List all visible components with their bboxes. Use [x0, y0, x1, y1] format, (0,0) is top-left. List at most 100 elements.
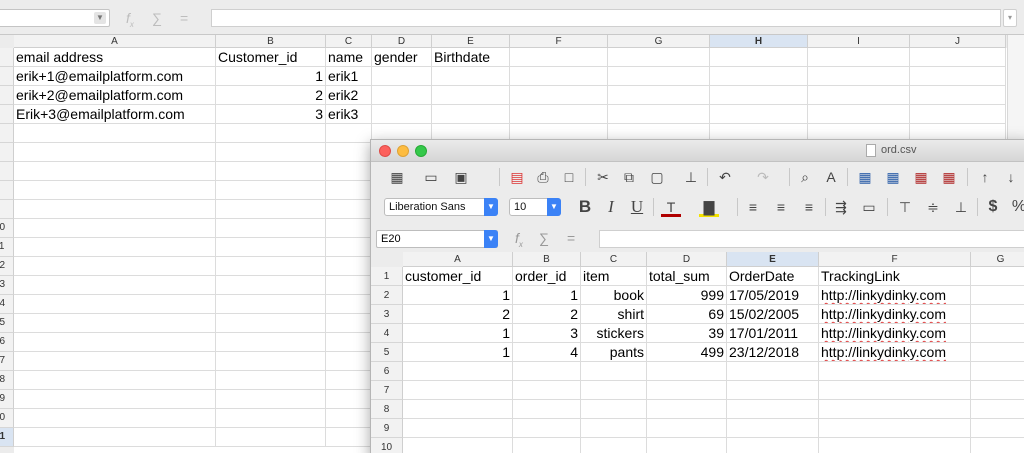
empty-cell[interactable]	[14, 390, 216, 409]
cell-B5[interactable]: 4	[513, 343, 581, 362]
empty-cell[interactable]	[216, 314, 326, 333]
row-header-12[interactable]: 12	[0, 257, 14, 276]
cell-E5[interactable]: 23/12/2018	[727, 343, 819, 362]
empty-cell[interactable]	[216, 200, 326, 219]
cell-D1[interactable]: total_sum	[647, 267, 727, 286]
underline-icon[interactable]: U	[627, 197, 647, 217]
empty-cell[interactable]	[326, 219, 372, 238]
cell-C2[interactable]: book	[581, 286, 647, 305]
empty-cell[interactable]	[216, 257, 326, 276]
empty-cell[interactable]	[216, 371, 326, 390]
sort-ascending-icon[interactable]: ↑	[975, 167, 995, 187]
font-color-icon[interactable]: T	[661, 197, 681, 217]
cell-A7[interactable]	[403, 381, 513, 400]
row-header-20[interactable]: 20	[0, 409, 14, 428]
row-header-16[interactable]: 16	[0, 333, 14, 352]
empty-cell[interactable]	[710, 86, 808, 105]
row-header-5[interactable]: 5	[371, 343, 403, 362]
zoom-window-button[interactable]	[415, 145, 427, 157]
save-icon[interactable]: ▣	[451, 167, 471, 187]
ord-sheet-grid[interactable]: customer_id order_id item total_sum OrderDat…	[403, 267, 1024, 453]
empty-cell[interactable]	[710, 105, 808, 124]
row-header-1[interactable]: 1	[0, 48, 14, 67]
delete-row-icon[interactable]: ▦	[911, 167, 931, 187]
cell-G1[interactable]	[971, 267, 1024, 286]
cell-G5[interactable]	[971, 343, 1024, 362]
cell-F4[interactable]: http://linkydinky.com	[819, 324, 971, 343]
cell-C1[interactable]: item	[581, 267, 647, 286]
empty-cell[interactable]	[510, 48, 608, 67]
column-header-E[interactable]: E	[727, 252, 819, 267]
cell-F8[interactable]	[819, 400, 971, 419]
column-header-I[interactable]: I	[808, 35, 910, 48]
empty-cell[interactable]	[910, 67, 1006, 86]
cell-A4[interactable]: Erik+3@emailplatform.com	[14, 105, 216, 124]
cell-G3[interactable]	[971, 305, 1024, 324]
align-center-icon[interactable]: ≡	[771, 197, 791, 217]
cell-E3[interactable]: 15/02/2005	[727, 305, 819, 324]
cell-B1[interactable]: order_id	[513, 267, 581, 286]
cell-F1[interactable]: TrackingLink	[819, 267, 971, 286]
empty-cell[interactable]	[372, 86, 432, 105]
empty-cell[interactable]	[372, 67, 432, 86]
empty-cell[interactable]	[432, 86, 510, 105]
sum-icon[interactable]: ∑	[152, 10, 162, 26]
clone-formatting-icon[interactable]: ⊥	[681, 167, 701, 187]
empty-cell[interactable]	[808, 105, 910, 124]
cell-F10[interactable]	[819, 438, 971, 453]
row-header-2[interactable]: 2	[371, 286, 403, 305]
redo-icon[interactable]: ↷	[753, 167, 773, 187]
row-header-17[interactable]: 17	[0, 352, 14, 371]
empty-cell[interactable]	[14, 200, 216, 219]
cell-D1[interactable]: gender	[372, 48, 432, 67]
cell-D9[interactable]	[647, 419, 727, 438]
row-header-2[interactable]: 2	[0, 67, 14, 86]
row-header-4[interactable]: 4	[0, 105, 14, 124]
cell-E1[interactable]: Birthdate	[432, 48, 510, 67]
row-header-6[interactable]: 6	[0, 143, 14, 162]
cell-B6[interactable]	[513, 362, 581, 381]
empty-cell[interactable]	[326, 238, 372, 257]
cell-C1[interactable]: name	[326, 48, 372, 67]
empty-cell[interactable]	[14, 428, 216, 447]
cell-C4[interactable]: stickers	[581, 324, 647, 343]
row-header-3[interactable]: 3	[371, 305, 403, 324]
formula-input[interactable]	[599, 230, 1024, 248]
empty-cell[interactable]	[326, 257, 372, 276]
delete-column-icon[interactable]: ▦	[939, 167, 959, 187]
copy-icon[interactable]: ⧉	[619, 167, 639, 187]
cell-F2[interactable]: http://linkydinky.com	[819, 286, 971, 305]
cell-A4[interactable]: 1	[403, 324, 513, 343]
cell-C8[interactable]	[581, 400, 647, 419]
empty-cell[interactable]	[326, 276, 372, 295]
cell-B1[interactable]: Customer_id	[216, 48, 326, 67]
column-header-D[interactable]: D	[372, 35, 432, 48]
empty-cell[interactable]	[326, 390, 372, 409]
cell-A9[interactable]	[403, 419, 513, 438]
print-icon[interactable]: ⎙	[533, 167, 553, 187]
empty-cell[interactable]	[216, 409, 326, 428]
empty-cell[interactable]	[910, 105, 1006, 124]
cell-D10[interactable]	[647, 438, 727, 453]
row-header-18[interactable]: 18	[0, 371, 14, 390]
empty-cell[interactable]	[910, 48, 1006, 67]
export-pdf-icon[interactable]: ▤	[507, 167, 527, 187]
column-header-C[interactable]: C	[326, 35, 372, 48]
cell-B4[interactable]: 3	[216, 105, 326, 124]
cell-F9[interactable]	[819, 419, 971, 438]
cell-G2[interactable]	[971, 286, 1024, 305]
row-header-7[interactable]: 7	[371, 381, 403, 400]
bold-icon[interactable]: B	[575, 197, 595, 217]
column-header-H[interactable]: H	[710, 35, 808, 48]
cell-E1[interactable]: OrderDate	[727, 267, 819, 286]
empty-cell[interactable]	[14, 238, 216, 257]
empty-cell[interactable]	[608, 48, 710, 67]
equals-icon[interactable]: =	[567, 230, 575, 246]
row-header-8[interactable]: 8	[371, 400, 403, 419]
align-left-icon[interactable]: ≡	[743, 197, 763, 217]
row-header-5[interactable]: 5	[0, 124, 14, 143]
empty-cell[interactable]	[14, 333, 216, 352]
empty-cell[interactable]	[216, 124, 326, 143]
empty-cell[interactable]	[372, 105, 432, 124]
empty-cell[interactable]	[608, 105, 710, 124]
